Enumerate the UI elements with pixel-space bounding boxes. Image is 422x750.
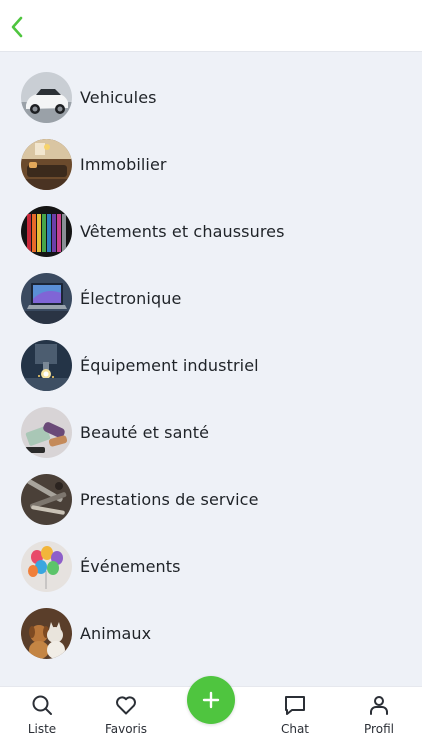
user-icon — [370, 696, 388, 715]
industrial-thumbnail — [21, 340, 72, 391]
balloons-thumbnail — [21, 541, 72, 592]
category-item-electronique[interactable]: Électronique — [0, 265, 422, 332]
laptop-thumbnail — [21, 273, 72, 324]
category-label: Immobilier — [80, 155, 167, 174]
category-label: Prestations de service — [80, 490, 259, 509]
category-item-vehicules[interactable]: Vehicules — [0, 64, 422, 131]
tab-profil[interactable]: Profil — [337, 687, 421, 750]
pets-thumbnail — [21, 608, 72, 659]
tab-liste[interactable]: Liste — [0, 687, 84, 750]
category-item-prestations[interactable]: Prestations de service — [0, 466, 422, 533]
chevron-left-icon — [11, 16, 23, 38]
interior-thumbnail — [21, 139, 72, 190]
search-icon — [32, 695, 52, 715]
cosmetics-thumbnail — [21, 407, 72, 458]
add-listing-button[interactable] — [187, 676, 235, 724]
tab-label: Liste — [27, 722, 57, 736]
category-item-animaux[interactable]: Animaux — [0, 600, 422, 667]
tab-favoris[interactable]: Favoris — [84, 687, 168, 750]
car-thumbnail — [21, 72, 72, 123]
clothes-thumbnail — [21, 206, 72, 257]
category-label: Beauté et santé — [80, 423, 210, 442]
top-bar — [0, 0, 422, 52]
category-label: Événements — [80, 557, 181, 576]
category-item-vetements[interactable]: Vêtements et chaussures — [0, 198, 422, 265]
category-item-equipement-industriel[interactable]: Équipement industriel — [0, 332, 422, 399]
plus-icon — [202, 691, 220, 709]
category-label: Équipement industriel — [80, 356, 259, 375]
tools-thumbnail — [21, 474, 72, 525]
category-label: Vêtements et chaussures — [80, 222, 285, 241]
heart-icon — [116, 696, 136, 715]
category-list: Vehicules Immobilier Vêtements et chauss… — [0, 52, 422, 686]
category-label: Animaux — [80, 624, 152, 643]
category-label: Électronique — [80, 289, 182, 308]
chat-icon — [285, 696, 305, 715]
tab-label: Favoris — [104, 722, 148, 736]
tab-chat[interactable]: Chat — [253, 687, 337, 750]
category-item-immobilier[interactable]: Immobilier — [0, 131, 422, 198]
category-item-evenements[interactable]: Événements — [0, 533, 422, 600]
category-item-beaute-sante[interactable]: Beauté et santé — [0, 399, 422, 466]
tab-label: Profil — [364, 722, 394, 736]
tab-label: Chat — [280, 722, 310, 736]
back-button[interactable] — [4, 12, 30, 42]
category-label: Vehicules — [80, 88, 157, 107]
